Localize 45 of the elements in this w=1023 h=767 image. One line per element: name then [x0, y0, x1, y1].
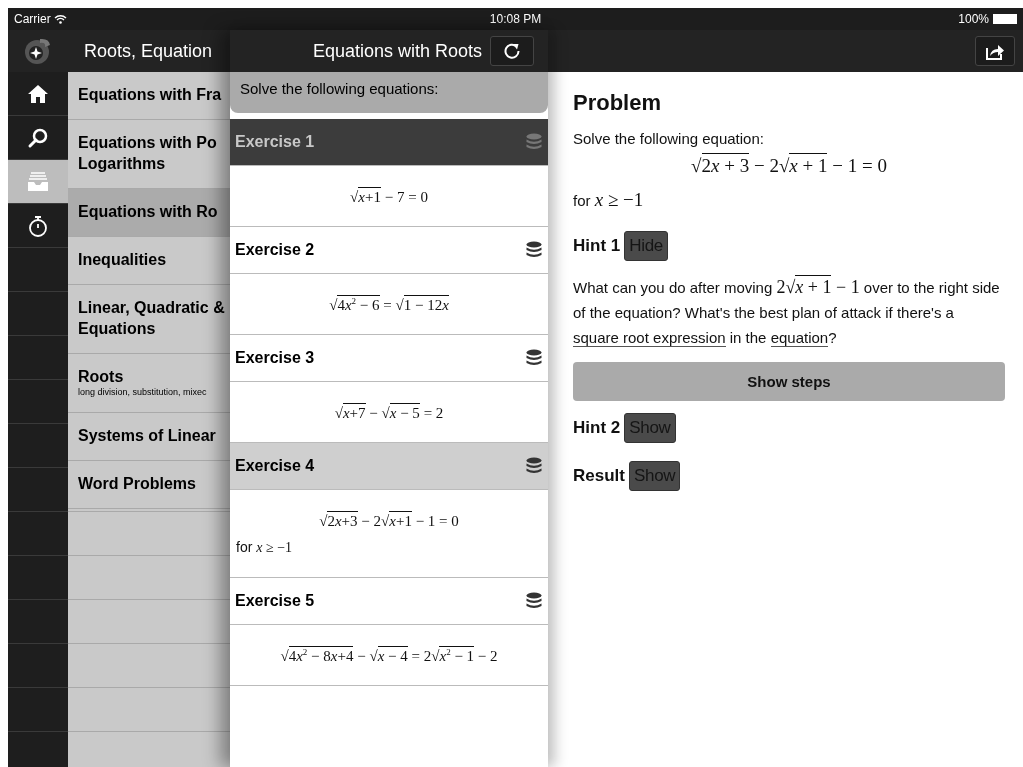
- exercise-header[interactable]: Exercise 1: [230, 119, 548, 166]
- category-item[interactable]: Equations with Ro: [68, 189, 230, 237]
- search-icon: [27, 126, 49, 149]
- battery-icon: [993, 14, 1017, 24]
- database-icon: [526, 349, 542, 367]
- exercise-header[interactable]: Exercise 4: [230, 443, 548, 490]
- home-icon: [27, 82, 49, 105]
- instructions-banner: Solve the following equations:: [230, 72, 548, 113]
- exercise-header[interactable]: Exercise 5: [230, 578, 548, 625]
- equation: √2x+3 − 2√x+1 − 1 = 0: [318, 510, 460, 531]
- clock-time: 10:08 PM: [489, 12, 542, 26]
- equation: √x+1 − 7 = 0: [349, 186, 429, 207]
- database-icon: [526, 457, 542, 475]
- hint-label: Hint 2: [573, 418, 621, 438]
- equation: √2x + 3 − 2√x + 1 − 1 = 0: [690, 155, 888, 177]
- database-icon: [526, 592, 542, 610]
- link[interactable]: equation: [770, 329, 829, 347]
- equation: √4x$^{2}$ − 8x+4 − √x − 4 = 2√x$^{2}$ − 1 − 2: [279, 645, 499, 666]
- exercise-header[interactable]: Exercise 3: [230, 335, 548, 382]
- database-icon: [526, 241, 542, 259]
- battery-percent: 100%: [958, 12, 989, 26]
- refresh-button[interactable]: [490, 36, 534, 66]
- tray-icon: [26, 170, 50, 193]
- refresh-icon: [503, 42, 521, 60]
- problem-heading: Problem: [573, 90, 663, 116]
- equation: √x+7 − √x − 5 = 2: [333, 402, 445, 423]
- link[interactable]: square root expression: [573, 329, 726, 347]
- panel-title: Equations with Roots: [312, 40, 482, 62]
- show-steps-button[interactable]: Show steps: [573, 362, 1005, 401]
- wifi-icon: [53, 14, 67, 24]
- stopwatch-icon: [27, 213, 49, 238]
- carrier-label: Carrier: [14, 12, 51, 26]
- sidebar-title: Roots, Equation: [83, 40, 213, 62]
- database-icon: [526, 133, 542, 151]
- hint-label: Result: [573, 466, 625, 486]
- share-button[interactable]: [975, 36, 1015, 66]
- share-icon: [985, 42, 1005, 60]
- exercise-header[interactable]: Exercise 2: [230, 227, 548, 274]
- equation: for x ≥ −1: [236, 538, 294, 557]
- hint-label: Hint 1: [573, 236, 621, 256]
- condition-text: for x ≥ −1: [573, 189, 645, 211]
- problem-prompt: Solve the following equation:: [573, 130, 765, 147]
- equation: √4x$^{2}$ − 6 = √1 − 12x: [328, 294, 450, 315]
- sidebar-tab[interactable]: [8, 160, 68, 204]
- hint-text: What can you do after moving 2√x + 1 − 1 over to the right side of the equation? What's the best plan of attack if there's a square root expression in the equation?: [573, 275, 1001, 349]
